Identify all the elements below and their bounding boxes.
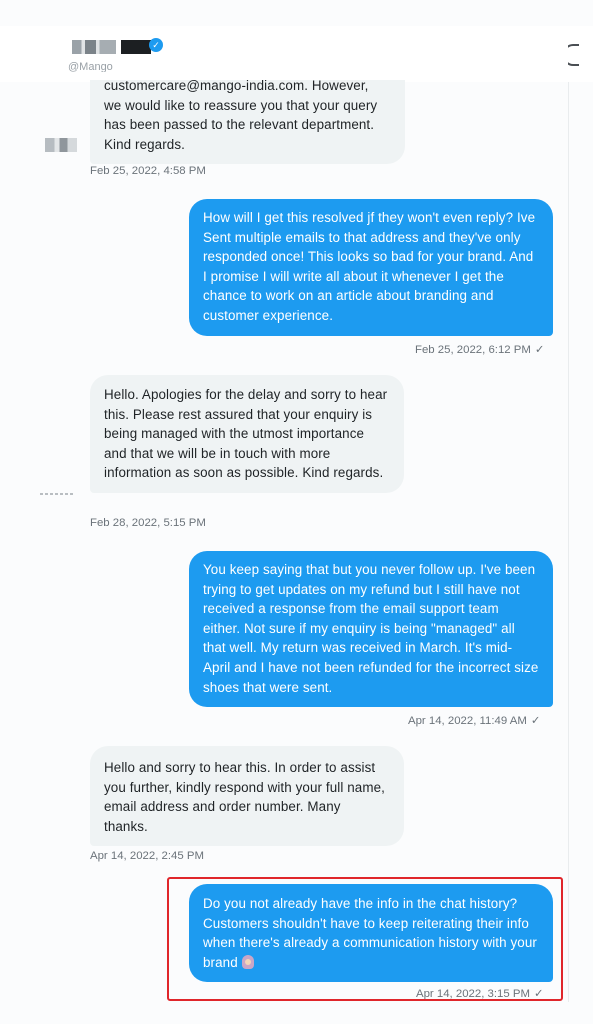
outgoing-message-bubble: You keep saying that but you never follo…: [189, 551, 553, 708]
read-check-icon: ✓: [534, 344, 545, 356]
message-timestamp: Apr 14, 2022, 2:45 PM: [90, 850, 204, 862]
account-handle: @Mango: [68, 62, 113, 72]
panel-divider: [568, 82, 569, 1002]
message-timestamp: Feb 25, 2022, 6:12 PM ✓: [415, 342, 544, 356]
message-timestamp: Feb 25, 2022, 4:58 PM: [90, 165, 206, 177]
timestamp-text: Apr 14, 2022, 11:49 AM: [408, 715, 527, 727]
redacted-display-name: [72, 40, 116, 54]
message-timestamp: Apr 14, 2022, 11:49 AM ✓: [408, 713, 540, 727]
redacted-display-name-part: [121, 40, 151, 54]
incoming-message-bubble: Hello and sorry to hear this. In order t…: [90, 746, 404, 847]
avatar[interactable]: [40, 493, 74, 495]
incoming-message-bubble: Hello. Apologies for the delay and sorry…: [90, 375, 404, 493]
dm-conversation-screenshot: ✓ @Mango customercare@mango-india.com. H…: [0, 0, 593, 1024]
read-check-icon: ✓: [530, 715, 541, 727]
outgoing-message-bubble: How will I get this resolved jf they won…: [189, 199, 553, 336]
timestamp-text: Feb 25, 2022, 6:12 PM: [415, 344, 531, 356]
avatar[interactable]: [45, 138, 77, 152]
verified-badge-icon: ✓: [149, 38, 163, 52]
highlight-annotation-box: [167, 877, 563, 1001]
message-timestamp: Feb 28, 2022, 5:15 PM: [90, 517, 206, 529]
